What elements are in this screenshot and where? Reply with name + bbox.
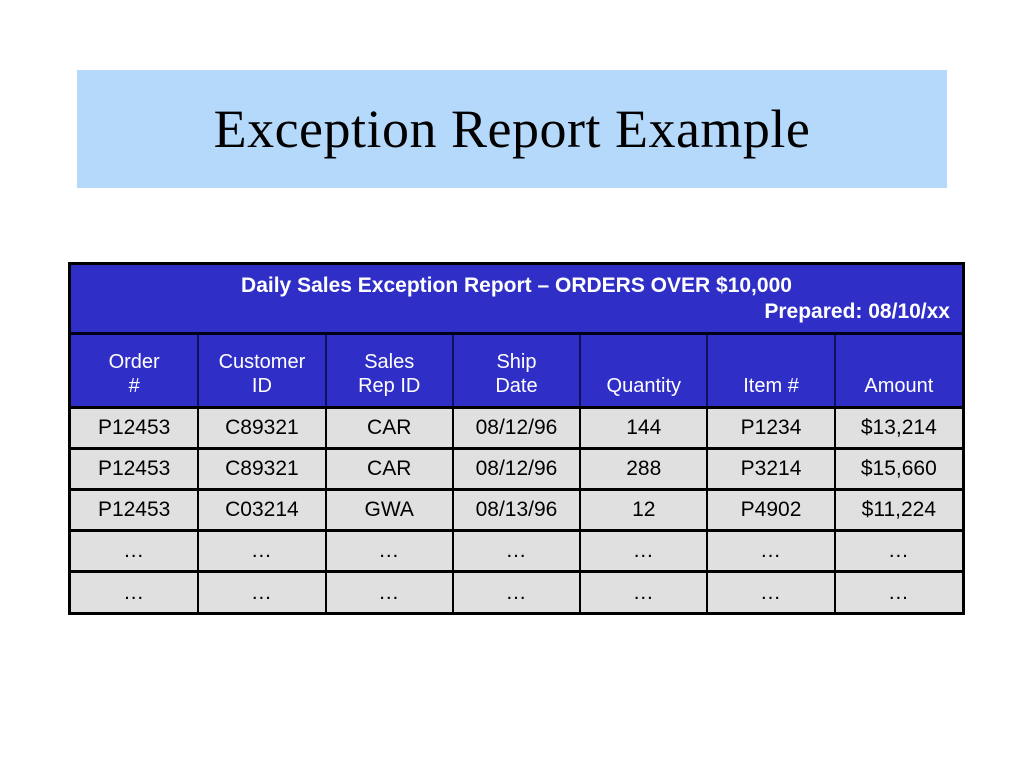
table-row[interactable]: P12453 C89321 CAR 08/12/96 144 P1234 $13,214 [71,407,962,450]
column-header-line1: Customer [218,351,306,374]
table-cell: CAR [324,407,454,450]
column-header-line2: Amount [864,374,934,397]
column-header-1[interactable]: Order # [71,333,200,409]
report-prepared-date: Prepared: 08/10/xx [764,300,950,324]
column-header-line2: Rep ID [358,374,421,397]
table-cell: P4902 [706,489,836,532]
column-header-line2: Item # [743,374,799,397]
table-cell: C89321 [197,448,327,491]
table-cell: $11,224 [833,489,962,532]
table-row[interactable]: ………………… [71,530,962,573]
table-cell: … [706,571,836,612]
table-cell: 144 [579,407,709,450]
table-cell: … [579,571,709,612]
table-cell: $13,214 [833,407,962,450]
table-cell: … [451,530,582,573]
table-cell: P1234 [706,407,836,450]
table-cell: … [833,530,962,573]
table-row[interactable]: ………………… [71,571,962,612]
table-row[interactable]: P12453 C89321 CAR 08/12/96 288 P3214 $15,660 [71,448,962,491]
table-cell: … [71,571,200,612]
table-cell: … [579,530,709,573]
column-header-3[interactable]: Sales Rep ID [324,333,454,409]
table-row[interactable]: P12453 C03214 GWA 08/13/96 12 P4902 $11,224 [71,489,962,532]
table-cell: P12453 [71,489,200,532]
table-cell: … [71,530,200,573]
table-cell: … [324,571,454,612]
column-header-line2: # [128,374,140,397]
column-header-line1: Ship [496,351,537,374]
table-cell: 08/12/96 [451,407,582,450]
report-band-cell: Daily Sales Exception Report – ORDERS OV… [71,265,962,335]
exception-report-table: Daily Sales Exception Report – ORDERS OV… [68,262,965,615]
table-cell: … [706,530,836,573]
report-table-body: P12453 C89321 CAR 08/12/96 144 P1234 $13,214 P1… [71,407,962,612]
column-header-line1: Sales [364,351,415,374]
column-header-line1: Order [108,351,160,374]
table-cell: 08/12/96 [451,448,582,491]
table-cell: … [197,530,327,573]
column-header-5[interactable]: Quantity [579,333,709,409]
column-header-line2: Quantity [606,374,681,397]
column-header-row: Order # Customer ID Sales Rep ID Ship Date Quant… [71,333,962,409]
column-headers: Order # Customer ID Sales Rep ID Ship Date Quant… [71,333,962,409]
table-cell: 288 [579,448,709,491]
column-header-line2: Date [495,374,538,397]
column-header-line2: ID [251,374,272,397]
table-cell: $15,660 [833,448,962,491]
report-band-row: Daily Sales Exception Report – ORDERS OV… [71,265,962,335]
table-cell: P12453 [71,448,200,491]
table-cell: 08/13/96 [451,489,582,532]
table-cell: … [833,571,962,612]
report-table-head: Daily Sales Exception Report – ORDERS OV… [71,265,962,335]
column-header-4[interactable]: Ship Date [451,333,582,409]
table-cell: 12 [579,489,709,532]
report-title: Daily Sales Exception Report – ORDERS OV… [241,274,792,297]
table-cell: … [451,571,582,612]
table-cell: C89321 [197,407,327,450]
column-header-2[interactable]: Customer ID [197,333,327,409]
table-cell: C03214 [197,489,327,532]
table-cell: … [324,530,454,573]
column-header-7[interactable]: Amount [833,333,962,409]
slide-title-banner: Exception Report Example [77,70,947,188]
report-grid: Daily Sales Exception Report – ORDERS OV… [71,265,962,612]
table-cell: GWA [324,489,454,532]
table-cell: P12453 [71,407,200,450]
column-header-6[interactable]: Item # [706,333,836,409]
table-cell: CAR [324,448,454,491]
table-cell: P3214 [706,448,836,491]
table-cell: … [197,571,327,612]
page-title: Exception Report Example [213,99,811,159]
